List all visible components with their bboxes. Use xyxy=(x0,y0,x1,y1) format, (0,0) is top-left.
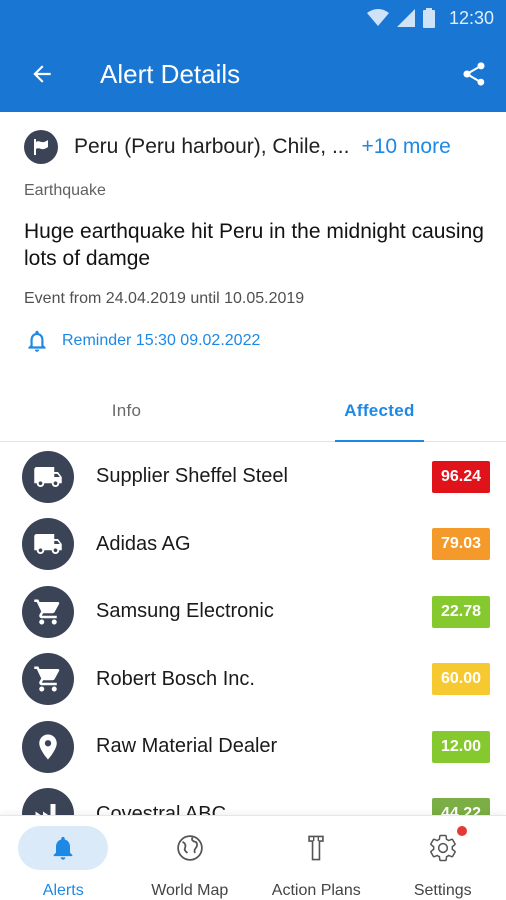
item-avatar xyxy=(22,585,74,638)
factory-icon xyxy=(35,804,56,815)
item-name: Adidas AG xyxy=(96,532,191,555)
nav-alerts[interactable]: Alerts xyxy=(0,816,127,900)
item-name: Supplier Sheffel Steel xyxy=(96,465,288,488)
flag-avatar xyxy=(24,130,58,164)
nav-action-plans-icon-wrap xyxy=(271,826,361,870)
bottom-navigation: Alerts World Map Action Plans Settings xyxy=(0,815,506,900)
locations-text: Peru (Peru harbour), Chile, ... xyxy=(74,135,350,158)
item-avatar xyxy=(22,653,74,706)
share-icon xyxy=(463,62,485,86)
item-avatar xyxy=(22,450,74,503)
affected-list: Supplier Sheffel Steel 96.24 Adidas AG 7… xyxy=(0,443,506,815)
reminder-link[interactable]: Reminder 15:30 09.02.2022 xyxy=(24,328,260,354)
event-date-range: Event from 24.04.2019 until 10.05.2019 xyxy=(24,290,305,307)
arrow-back-icon xyxy=(33,65,51,83)
flag-icon xyxy=(34,139,48,155)
gear-icon xyxy=(429,834,456,862)
locations-row: Peru (Peru harbour), Chile, ... +10 more xyxy=(0,112,506,182)
list-item[interactable]: Raw Material Dealer 12.00 xyxy=(0,713,506,781)
nav-settings-icon-wrap xyxy=(398,826,488,870)
app-bar: Alert Details xyxy=(0,36,506,112)
cart-icon xyxy=(34,666,60,692)
reminder-text: Reminder 15:30 09.02.2022 xyxy=(62,332,261,349)
list-item[interactable]: Adidas AG 79.03 xyxy=(0,511,506,579)
risk-score-badge: 79.03 xyxy=(432,528,490,561)
item-avatar xyxy=(22,788,74,815)
risk-score-badge: 44.22 xyxy=(432,798,490,815)
status-bar: 12:30 xyxy=(0,0,506,36)
nav-world-map-label: World Map xyxy=(151,882,229,899)
tab-info[interactable]: Info xyxy=(0,380,253,441)
wifi-icon xyxy=(366,9,389,26)
signal-icon xyxy=(396,9,415,27)
alert-header: Peru (Peru harbour), Chile, ... +10 more xyxy=(0,112,506,182)
alert-category: Earthquake xyxy=(24,182,106,199)
risk-score-badge: 12.00 xyxy=(432,730,490,763)
bell-icon xyxy=(53,836,73,860)
cart-icon xyxy=(34,599,60,625)
share-button[interactable] xyxy=(456,56,492,92)
truck-icon xyxy=(34,534,62,555)
page-title: Alert Details xyxy=(100,58,241,89)
item-name: Robert Bosch Inc. xyxy=(96,667,255,690)
nav-settings[interactable]: Settings xyxy=(380,816,506,900)
item-name: Raw Material Dealer xyxy=(96,735,278,758)
more-locations-link[interactable]: +10 more xyxy=(361,135,450,159)
nav-world-map[interactable]: World Map xyxy=(127,816,254,900)
nav-alerts-indicator xyxy=(18,826,109,870)
item-name: Covestral ABC xyxy=(96,802,227,815)
detail-tabs: Info Affected xyxy=(0,380,506,442)
nav-settings-label: Settings xyxy=(413,882,472,899)
nav-action-plans-label: Action Plans xyxy=(271,882,361,899)
globe-icon xyxy=(177,835,203,861)
list-item[interactable]: Covestral ABC 44.22 xyxy=(0,781,506,815)
item-avatar xyxy=(22,720,74,773)
item-name: Samsung Electronic xyxy=(96,600,274,623)
nav-action-plans[interactable]: Action Plans xyxy=(253,816,380,900)
risk-score-badge: 96.24 xyxy=(432,460,490,493)
risk-score-badge: 60.00 xyxy=(432,663,490,696)
risk-score-badge: 22.78 xyxy=(432,595,490,628)
alert-headline: Huge earthquake hit Peru in the midnight… xyxy=(24,220,484,270)
tab-affected[interactable]: Affected xyxy=(253,380,506,442)
item-avatar xyxy=(22,518,74,571)
nav-alerts-label: Alerts xyxy=(42,882,84,899)
status-time: 12:30 xyxy=(448,7,494,28)
list-item[interactable]: Supplier Sheffel Steel 96.24 xyxy=(0,443,506,511)
bell-outline-icon xyxy=(28,330,46,352)
back-button[interactable] xyxy=(22,54,62,94)
truck-icon xyxy=(34,466,62,487)
settings-notification-badge xyxy=(456,826,467,836)
list-item[interactable]: Samsung Electronic 22.78 xyxy=(0,578,506,646)
battery-icon xyxy=(422,8,435,28)
action-plans-icon xyxy=(308,835,324,861)
list-item[interactable]: Robert Bosch Inc. 60.00 xyxy=(0,646,506,714)
location-pin-icon xyxy=(39,734,57,760)
nav-world-map-icon-wrap xyxy=(145,826,235,870)
